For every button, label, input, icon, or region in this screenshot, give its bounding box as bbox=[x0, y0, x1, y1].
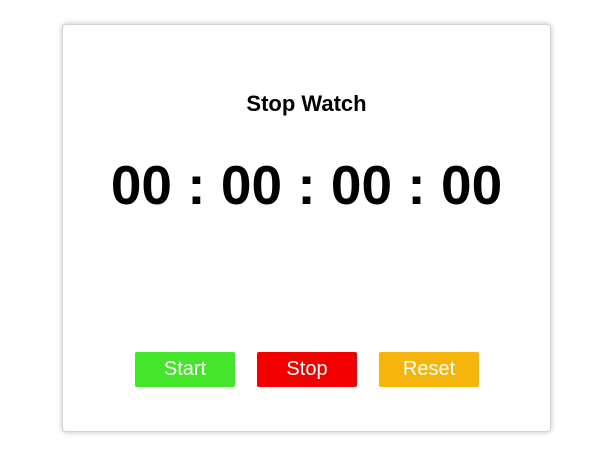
stopwatch-card: Stop Watch 00 : 00 : 00 : 00 Start Stop … bbox=[62, 24, 551, 432]
stop-button[interactable]: Stop bbox=[257, 352, 357, 387]
time-display: 00 : 00 : 00 : 00 bbox=[110, 154, 503, 216]
stopwatch-title: Stop Watch bbox=[246, 91, 367, 116]
start-button[interactable]: Start bbox=[135, 352, 235, 387]
reset-button[interactable]: Reset bbox=[379, 352, 479, 387]
button-row: Start Stop Reset bbox=[135, 352, 481, 387]
